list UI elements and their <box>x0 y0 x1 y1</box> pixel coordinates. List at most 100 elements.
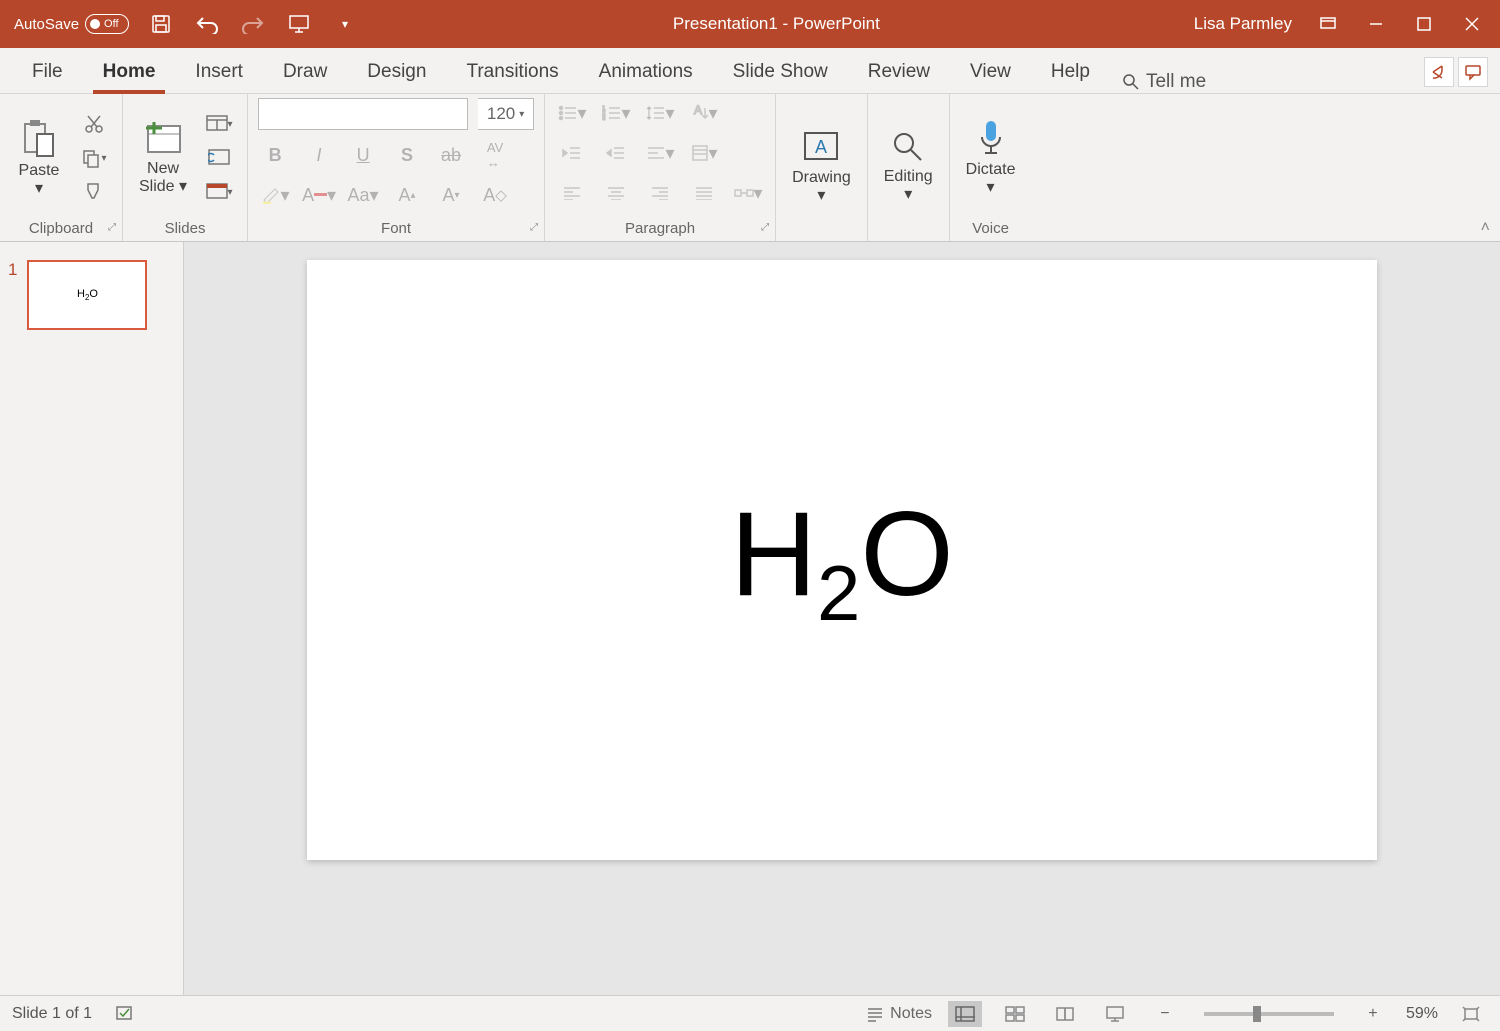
font-color-icon[interactable]: A▾ <box>302 180 336 210</box>
share-icon[interactable] <box>1424 57 1454 87</box>
group-voice: Dictate▾ Voice <box>950 94 1032 241</box>
user-name[interactable]: Lisa Parmley <box>1194 14 1292 34</box>
font-launcher-icon[interactable]: ⤢ <box>530 222 538 233</box>
slide-canvas-area[interactable]: H2O <box>184 242 1500 995</box>
slide-text-formula[interactable]: H2O <box>730 482 953 639</box>
drawing-icon: A <box>801 129 841 165</box>
reset-icon[interactable] <box>201 146 237 170</box>
strikethrough-icon[interactable]: ab <box>434 140 468 170</box>
columns-icon[interactable]: ▾ <box>687 138 721 168</box>
tab-animations[interactable]: Animations <box>579 51 713 93</box>
tab-transitions[interactable]: Transitions <box>446 51 578 93</box>
change-case-icon[interactable]: Aa▾ <box>346 180 380 210</box>
undo-icon[interactable] <box>193 10 221 38</box>
sorter-view-icon[interactable] <box>998 1001 1032 1027</box>
group-editing: Editing▾ <box>868 94 950 241</box>
fit-to-window-icon[interactable] <box>1454 1001 1488 1027</box>
zoom-out-icon[interactable]: − <box>1148 1001 1182 1027</box>
format-painter-icon[interactable] <box>76 180 112 204</box>
paragraph-launcher-icon[interactable]: ⤢ <box>761 222 769 233</box>
tell-me-label: Tell me <box>1146 71 1206 93</box>
zoom-slider[interactable] <box>1204 1012 1334 1016</box>
tab-insert[interactable]: Insert <box>175 51 263 93</box>
tab-home[interactable]: Home <box>83 51 176 93</box>
new-slide-icon <box>142 120 184 156</box>
close-icon[interactable] <box>1460 12 1484 36</box>
minimize-icon[interactable] <box>1364 12 1388 36</box>
underline-icon[interactable]: U <box>346 140 380 170</box>
bold-icon[interactable]: B <box>258 140 292 170</box>
comments-icon[interactable] <box>1458 57 1488 87</box>
new-slide-button[interactable]: NewSlide ▾ <box>133 116 193 199</box>
tab-help[interactable]: Help <box>1031 51 1110 93</box>
italic-icon[interactable]: I <box>302 140 336 170</box>
maximize-icon[interactable] <box>1412 12 1436 36</box>
justify-icon[interactable] <box>687 178 721 208</box>
redo-icon[interactable] <box>239 10 267 38</box>
autosave-state: Off <box>104 18 118 30</box>
svg-text:A: A <box>815 137 827 157</box>
document-title: Presentation1 - PowerPoint <box>359 14 1194 34</box>
clear-formatting-icon[interactable]: A◇ <box>478 180 512 210</box>
shrink-font-icon[interactable]: A▾ <box>434 180 468 210</box>
text-direction-icon[interactable]: A▾ <box>687 98 721 128</box>
align-right-icon[interactable] <box>643 178 677 208</box>
tab-view[interactable]: View <box>950 51 1031 93</box>
dictate-button[interactable]: Dictate▾ <box>960 115 1022 200</box>
svg-text:A: A <box>694 104 702 117</box>
layout-icon[interactable]: ▾ <box>201 112 237 136</box>
tab-slideshow[interactable]: Slide Show <box>713 51 848 93</box>
clipboard-launcher-icon[interactable]: ⤢ <box>108 222 116 233</box>
zoom-percent[interactable]: 59% <box>1406 1005 1438 1023</box>
normal-view-icon[interactable] <box>948 1001 982 1027</box>
ribbon: Paste▾ ▾ Clipboard⤢ NewSlide ▾ ▾ ▾ Slide… <box>0 94 1500 242</box>
collapse-ribbon-icon[interactable]: ˄ <box>1471 215 1500 241</box>
grow-font-icon[interactable]: A▴ <box>390 180 424 210</box>
reading-view-icon[interactable] <box>1048 1001 1082 1027</box>
char-spacing-icon[interactable]: AV↔ <box>478 140 512 170</box>
save-icon[interactable] <box>147 10 175 38</box>
slide[interactable]: H2O <box>307 260 1377 860</box>
shadow-icon[interactable]: S <box>390 140 424 170</box>
tab-draw[interactable]: Draw <box>263 51 347 93</box>
tell-me-search[interactable]: Tell me <box>1110 71 1218 93</box>
zoom-in-icon[interactable]: + <box>1356 1001 1390 1027</box>
smartart-icon[interactable]: ▾ <box>731 178 765 208</box>
paste-button[interactable]: Paste▾ <box>10 114 68 201</box>
font-name-input[interactable] <box>258 98 468 130</box>
tab-file[interactable]: File <box>12 51 83 93</box>
drawing-button[interactable]: A Drawing▾ <box>786 125 857 208</box>
microphone-icon <box>977 119 1005 157</box>
status-bar: Slide 1 of 1 Notes − + 59% <box>0 995 1500 1031</box>
group-paragraph: ▾ 123▾ ▾ A▾ ▾ ▾ ▾ Paragraph⤢ <box>545 94 776 241</box>
start-slideshow-icon[interactable] <box>285 10 313 38</box>
font-size-input[interactable]: 120 ▾ <box>478 98 534 130</box>
line-spacing-icon[interactable]: ▾ <box>643 98 677 128</box>
slideshow-view-icon[interactable] <box>1098 1001 1132 1027</box>
search-icon <box>1122 73 1140 91</box>
copy-icon[interactable]: ▾ <box>76 146 112 170</box>
editing-button[interactable]: Editing▾ <box>878 126 939 207</box>
align-left-icon[interactable] <box>555 178 589 208</box>
main-area: 1 H2O H2O <box>0 242 1500 995</box>
spellcheck-icon[interactable] <box>108 1001 142 1027</box>
align-center-icon[interactable] <box>599 178 633 208</box>
decrease-indent-icon[interactable] <box>555 138 589 168</box>
align-text-icon[interactable]: ▾ <box>643 138 677 168</box>
numbering-icon[interactable]: 123▾ <box>599 98 633 128</box>
autosave-label: AutoSave <box>14 16 79 33</box>
tab-review[interactable]: Review <box>848 51 950 93</box>
qat-customize-icon[interactable]: ▾ <box>331 10 359 38</box>
slide-counter[interactable]: Slide 1 of 1 <box>12 1005 92 1023</box>
notes-button[interactable]: Notes <box>866 1001 932 1027</box>
tab-design[interactable]: Design <box>347 51 446 93</box>
ribbon-display-icon[interactable] <box>1316 12 1340 36</box>
slide-thumbnail-1[interactable]: H2O <box>27 260 147 330</box>
autosave-control[interactable]: AutoSave Off <box>14 14 129 34</box>
bullets-icon[interactable]: ▾ <box>555 98 589 128</box>
highlight-icon[interactable]: ▾ <box>258 180 292 210</box>
font-group-label: Font <box>381 220 411 237</box>
section-icon[interactable]: ▾ <box>201 180 237 204</box>
increase-indent-icon[interactable] <box>599 138 633 168</box>
cut-icon[interactable] <box>76 112 112 136</box>
